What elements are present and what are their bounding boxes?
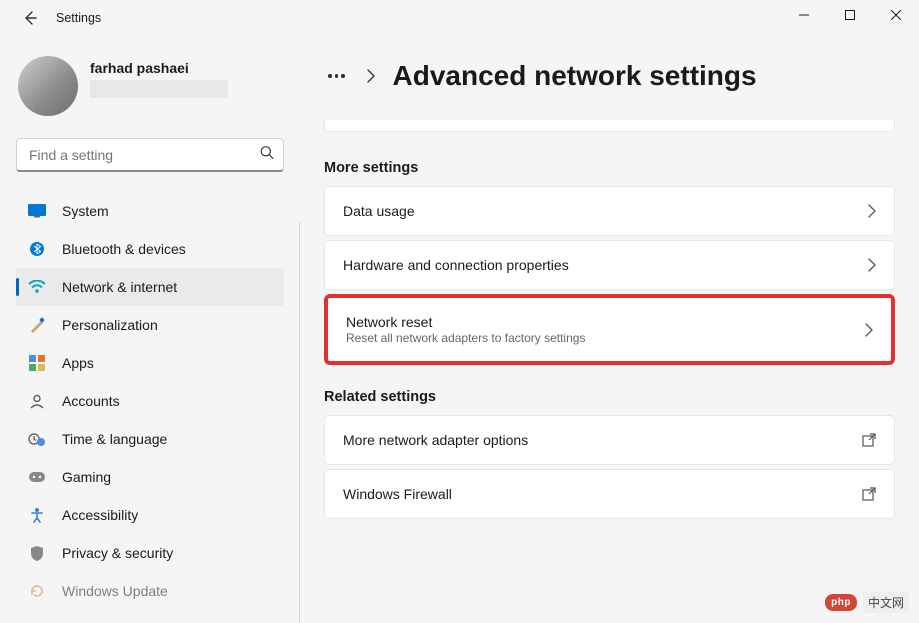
nav-label: Gaming: [62, 469, 111, 485]
nav-label: Time & language: [62, 431, 167, 447]
sidebar-item-gaming[interactable]: Gaming: [16, 458, 284, 496]
card-title: Network reset: [346, 314, 585, 330]
external-link-icon: [862, 487, 876, 501]
sidebar-item-personalization[interactable]: Personalization: [16, 306, 284, 344]
nav-label: Bluetooth & devices: [62, 241, 186, 257]
minimize-icon: [799, 10, 809, 20]
maximize-button[interactable]: [827, 0, 873, 30]
sidebar-item-accounts[interactable]: Accounts: [16, 382, 284, 420]
clock-globe-icon: [28, 430, 46, 448]
sidebar-item-time-language[interactable]: Time & language: [16, 420, 284, 458]
sidebar-item-windows-update[interactable]: Windows Update: [16, 572, 284, 610]
card-hardware-properties[interactable]: Hardware and connection properties: [324, 240, 895, 290]
watermark-text: 中文网: [863, 592, 909, 613]
back-button[interactable]: [18, 6, 42, 30]
main-content: Advanced network settings More settings …: [300, 36, 919, 623]
bluetooth-icon: [28, 240, 46, 258]
sidebar-item-privacy[interactable]: Privacy & security: [16, 534, 284, 572]
breadcrumb: Advanced network settings: [324, 60, 895, 92]
section-title-related-settings: Related settings: [324, 389, 895, 405]
chevron-right-icon: [868, 258, 876, 272]
nav-label: Personalization: [62, 317, 158, 333]
card-network-reset[interactable]: Network reset Reset all network adapters…: [324, 294, 895, 365]
nav-label: Accounts: [62, 393, 120, 409]
sidebar-divider: [299, 222, 300, 623]
card-subtitle: Reset all network adapters to factory se…: [346, 331, 585, 345]
breadcrumb-more-button[interactable]: [324, 70, 349, 82]
card-title: More network adapter options: [343, 432, 528, 448]
close-button[interactable]: [873, 0, 919, 30]
card-title: Data usage: [343, 203, 415, 219]
card-title: Windows Firewall: [343, 486, 452, 502]
sidebar-item-system[interactable]: System: [16, 192, 284, 230]
shield-icon: [28, 544, 46, 562]
external-link-icon: [862, 433, 876, 447]
window-title: Settings: [56, 11, 101, 25]
card-more-adapter-options[interactable]: More network adapter options: [324, 415, 895, 465]
person-icon: [28, 392, 46, 410]
close-icon: [891, 10, 901, 20]
chevron-right-icon: [367, 69, 375, 83]
card-windows-firewall[interactable]: Windows Firewall: [324, 469, 895, 519]
nav-label: Windows Update: [62, 583, 168, 599]
watermark-badge: php: [825, 594, 857, 611]
watermark: php 中文网: [825, 592, 909, 613]
nav-label: Accessibility: [62, 507, 138, 523]
page-title: Advanced network settings: [393, 60, 757, 92]
maximize-icon: [845, 10, 855, 20]
brush-icon: [28, 316, 46, 334]
sidebar-item-bluetooth[interactable]: Bluetooth & devices: [16, 230, 284, 268]
card-title: Hardware and connection properties: [343, 257, 569, 273]
sidebar-item-accessibility[interactable]: Accessibility: [16, 496, 284, 534]
sidebar: farhad pashaei System Bluetooth & device…: [0, 36, 300, 623]
profile-block[interactable]: farhad pashaei: [16, 52, 288, 120]
nav-label: Apps: [62, 355, 94, 371]
update-icon: [28, 582, 46, 600]
chevron-right-icon: [865, 323, 873, 337]
card-stub: [324, 120, 895, 132]
apps-icon: [28, 354, 46, 372]
sidebar-item-network[interactable]: Network & internet: [16, 268, 284, 306]
avatar: [18, 56, 78, 116]
section-title-more-settings: More settings: [324, 160, 895, 176]
wifi-icon: [28, 278, 46, 296]
chevron-right-icon: [868, 204, 876, 218]
back-arrow-icon: [22, 10, 38, 26]
nav-label: Network & internet: [62, 279, 177, 295]
accessibility-icon: [28, 506, 46, 524]
profile-name: farhad pashaei: [90, 60, 228, 76]
profile-email-redacted: [90, 80, 228, 98]
nav-label: System: [62, 203, 109, 219]
gamepad-icon: [28, 468, 46, 486]
search-input[interactable]: [16, 138, 284, 172]
sidebar-item-apps[interactable]: Apps: [16, 344, 284, 382]
nav-label: Privacy & security: [62, 545, 173, 561]
minimize-button[interactable]: [781, 0, 827, 30]
system-icon: [28, 202, 46, 220]
search-icon: [260, 146, 274, 165]
card-data-usage[interactable]: Data usage: [324, 186, 895, 236]
